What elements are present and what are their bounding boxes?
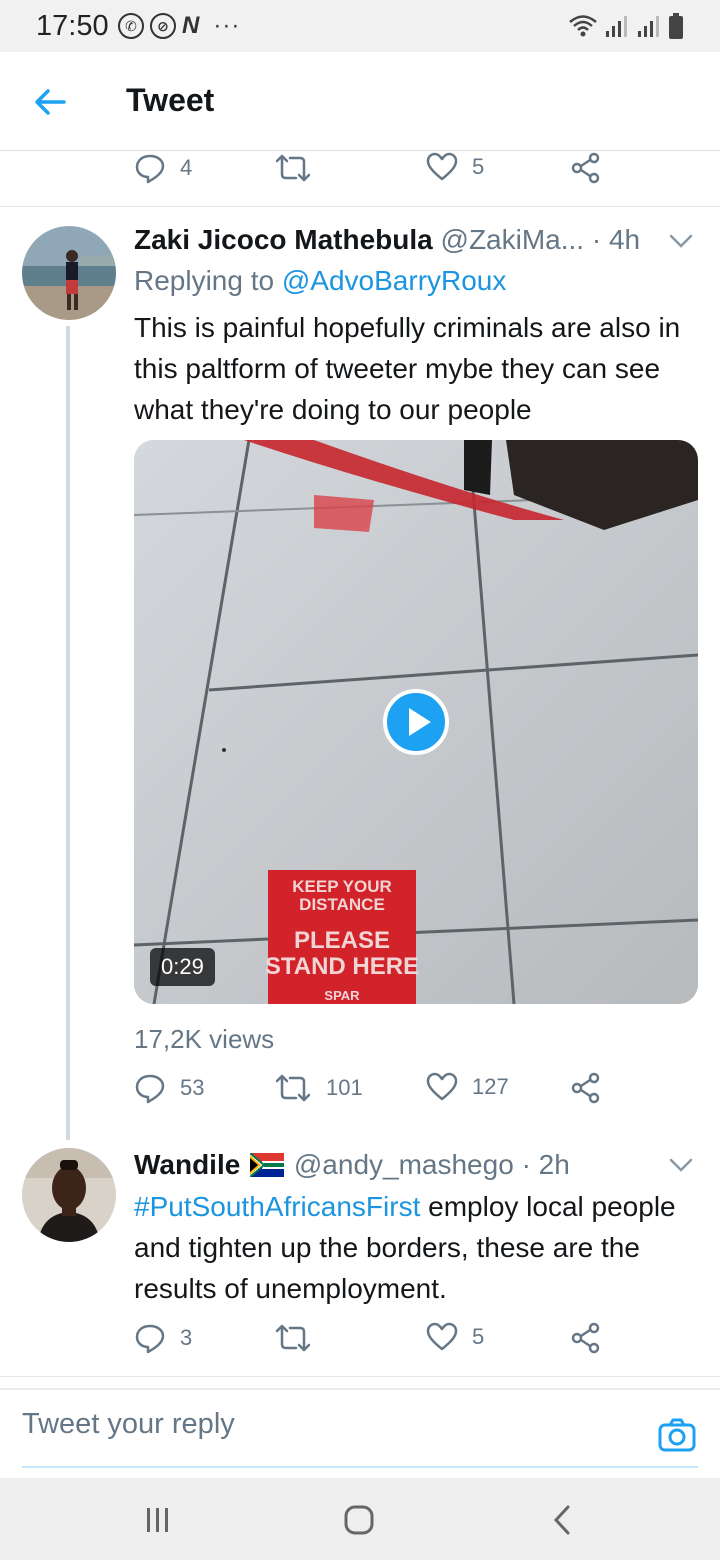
whatsapp-icon: ✆ bbox=[118, 13, 144, 39]
retweet-icon bbox=[275, 1324, 311, 1352]
reply-button[interactable]: 4 bbox=[134, 152, 192, 184]
wifi-icon bbox=[569, 15, 597, 37]
back-arrow-icon[interactable] bbox=[30, 82, 70, 122]
share-button[interactable] bbox=[570, 1072, 602, 1104]
like-count: 5 bbox=[472, 1324, 485, 1349]
heart-icon bbox=[426, 1322, 458, 1351]
sign-text-4: STAND HERE bbox=[265, 953, 419, 980]
retweet-icon bbox=[275, 1074, 311, 1102]
back-icon[interactable] bbox=[550, 1504, 574, 1536]
author-handle[interactable]: @ZakiMa... bbox=[441, 224, 585, 255]
replying-to-link[interactable]: @AdvoBarryRoux bbox=[282, 265, 507, 296]
video-duration: 0:29 bbox=[150, 948, 215, 986]
like-count: 5 bbox=[472, 154, 485, 179]
reply-button[interactable]: 53 bbox=[134, 1072, 204, 1104]
home-icon[interactable] bbox=[343, 1504, 375, 1536]
retweet-count: 101 bbox=[326, 1075, 363, 1100]
heart-icon bbox=[426, 152, 458, 181]
reply-bar: Tweet your reply bbox=[0, 1388, 720, 1480]
tweet-text: #PutSouthAfricansFirst employ local peop… bbox=[134, 1186, 694, 1309]
status-time: 17:50 bbox=[36, 10, 109, 42]
hashtag-link[interactable]: #PutSouthAfricansFirst bbox=[134, 1191, 420, 1222]
sign-text-2: DISTANCE bbox=[299, 895, 385, 914]
like-count: 127 bbox=[472, 1074, 509, 1099]
tweet-time: · 2h bbox=[521, 1149, 570, 1180]
divider bbox=[0, 206, 720, 207]
tweet-time: · 4h bbox=[591, 224, 641, 255]
reply-icon bbox=[135, 1074, 165, 1104]
tweet-text: This is painful hopefully criminals are … bbox=[134, 312, 681, 425]
tweet-actions: 3 5 bbox=[134, 1322, 614, 1362]
avatar-image bbox=[22, 226, 116, 320]
reply-count: 3 bbox=[180, 1325, 193, 1350]
notification-icons: ✆ ⊘ N ··· bbox=[118, 12, 240, 40]
like-button[interactable]: 5 bbox=[426, 152, 484, 182]
share-icon bbox=[571, 1072, 600, 1104]
system-icons bbox=[568, 12, 684, 40]
view-count: 17,2K views bbox=[134, 1024, 275, 1054]
thread-line bbox=[66, 326, 70, 1140]
like-button[interactable]: 5 bbox=[426, 1322, 484, 1352]
signal-2-icon bbox=[638, 16, 659, 37]
news-icon: N bbox=[182, 12, 200, 39]
avatar-image bbox=[22, 1148, 116, 1242]
retweet-icon bbox=[275, 154, 311, 182]
tweet-actions: 53 101 127 bbox=[134, 1072, 614, 1112]
share-button[interactable] bbox=[570, 152, 602, 184]
more-notifications-icon: ··· bbox=[213, 12, 241, 39]
author-handle[interactable]: @andy_mashego bbox=[294, 1149, 514, 1180]
share-icon bbox=[571, 152, 600, 184]
system-nav-bar bbox=[0, 1478, 720, 1560]
chevron-down-icon[interactable] bbox=[668, 232, 694, 250]
retweet-button[interactable] bbox=[274, 1322, 312, 1354]
reply-icon bbox=[135, 1324, 165, 1354]
avatar[interactable] bbox=[22, 1148, 116, 1242]
replying-label: Replying to bbox=[134, 265, 282, 296]
heart-icon bbox=[426, 1072, 458, 1101]
author-name[interactable]: Zaki Jicoco Mathebula bbox=[134, 224, 433, 255]
retweet-button[interactable] bbox=[274, 152, 312, 184]
retweet-button[interactable]: 101 bbox=[274, 1072, 363, 1104]
share-icon bbox=[571, 1322, 600, 1354]
reply-count: 4 bbox=[180, 155, 193, 180]
reply-input[interactable]: Tweet your reply bbox=[22, 1408, 235, 1441]
reply-button[interactable]: 3 bbox=[134, 1322, 192, 1354]
sign-text-5: SPAR bbox=[324, 988, 360, 1003]
notification-icon: ⊘ bbox=[150, 13, 176, 39]
battery-icon bbox=[669, 13, 683, 39]
page-title: Tweet bbox=[126, 82, 215, 118]
tweet-header: Zaki Jicoco Mathebula @ZakiMa... · 4h bbox=[134, 224, 640, 256]
replying-to: Replying to @AdvoBarryRoux bbox=[134, 265, 506, 297]
app-header: Tweet bbox=[0, 52, 720, 151]
south-africa-flag-icon bbox=[249, 1152, 285, 1178]
play-icon[interactable] bbox=[383, 689, 449, 755]
sign-text-1: KEEP YOUR bbox=[292, 877, 392, 896]
share-button[interactable] bbox=[570, 1322, 602, 1354]
reply-icon bbox=[135, 154, 165, 184]
author-name[interactable]: Wandile bbox=[134, 1149, 240, 1180]
camera-icon[interactable] bbox=[658, 1418, 696, 1452]
sign-text-3: PLEASE bbox=[294, 927, 390, 954]
like-button[interactable]: 127 bbox=[426, 1072, 509, 1102]
chevron-down-icon[interactable] bbox=[668, 1156, 694, 1174]
avatar[interactable] bbox=[22, 226, 116, 320]
signal-icon bbox=[606, 16, 627, 37]
status-bar: 17:50 ✆ ⊘ N ··· bbox=[0, 0, 720, 52]
prev-tweet-actions: 4 5 bbox=[134, 152, 614, 192]
reply-count: 53 bbox=[180, 1075, 205, 1100]
recent-apps-icon[interactable] bbox=[144, 1506, 172, 1534]
tweet-header: Wandile @andy_mashego · 2h bbox=[134, 1149, 570, 1181]
divider bbox=[0, 1376, 720, 1377]
reply-underline bbox=[22, 1466, 698, 1468]
